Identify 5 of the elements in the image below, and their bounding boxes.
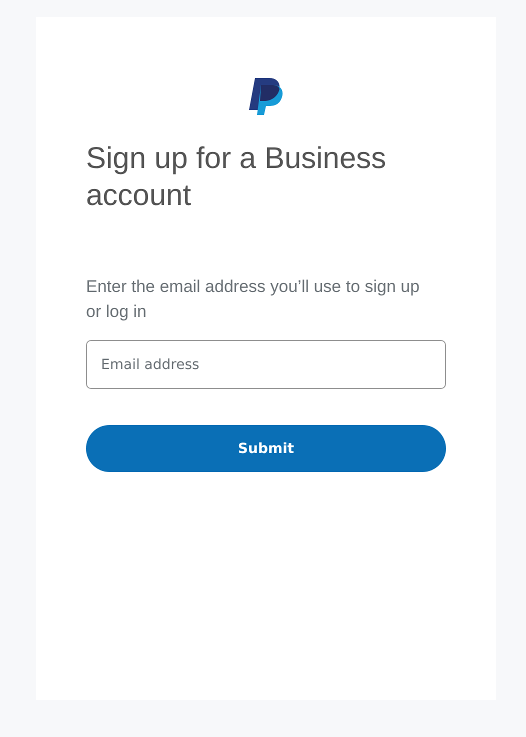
logo-icon bbox=[249, 77, 283, 115]
email-field[interactable]: Email address bbox=[86, 340, 446, 389]
page-heading: Sign up for a Business account bbox=[86, 141, 388, 214]
submit-button[interactable]: Submit bbox=[86, 425, 446, 472]
instructions-text: Enter the email address you’ll use to sign up or log in bbox=[86, 276, 421, 323]
